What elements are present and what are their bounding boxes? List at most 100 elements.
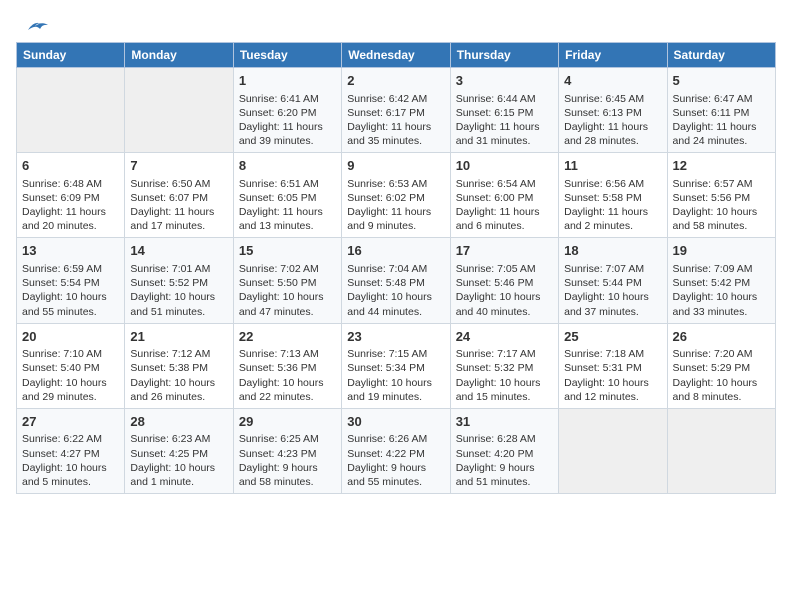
col-header-wednesday: Wednesday [342,43,450,68]
day-info: Sunrise: 6:45 AM Sunset: 6:13 PM Dayligh… [564,92,661,149]
calendar-cell: 21Sunrise: 7:12 AM Sunset: 5:38 PM Dayli… [125,323,233,408]
calendar-cell: 11 Sunrise: 6:56 AM Sunset: 5:58 PM Dayli… [559,153,667,238]
calendar-cell: 15 Sunrise: 7:02 AM Sunset: 5:50 PM Dayli… [233,238,341,323]
day-number: 22 [239,328,336,346]
day-number: 19 [673,242,770,260]
col-header-tuesday: Tuesday [233,43,341,68]
calendar-cell [125,68,233,153]
calendar-cell: 23Sunrise: 7:15 AM Sunset: 5:34 PM Dayli… [342,323,450,408]
day-number: 13 [22,242,119,260]
day-number: 2 [347,72,444,90]
day-number: 3 [456,72,553,90]
day-number: 30 [347,413,444,431]
day-number: 28 [130,413,227,431]
day-number: 21 [130,328,227,346]
day-info: Sunrise: 7:20 AM Sunset: 5:29 PM Dayligh… [673,347,770,404]
day-number: 18 [564,242,661,260]
calendar-cell [667,408,775,493]
calendar-cell: 28Sunrise: 6:23 AM Sunset: 4:25 PM Dayli… [125,408,233,493]
day-number: 25 [564,328,661,346]
day-info: Sunrise: 7:13 AM Sunset: 5:36 PM Dayligh… [239,347,336,404]
calendar-cell: 25Sunrise: 7:18 AM Sunset: 5:31 PM Dayli… [559,323,667,408]
day-info: Sunrise: 7:15 AM Sunset: 5:34 PM Dayligh… [347,347,444,404]
day-info: Sunrise: 6:47 AM Sunset: 6:11 PM Dayligh… [673,92,770,149]
day-info: Sunrise: 7:07 AM Sunset: 5:44 PM Dayligh… [564,262,661,319]
calendar-cell: 19 Sunrise: 7:09 AM Sunset: 5:42 PM Dayli… [667,238,775,323]
day-info: Sunrise: 6:50 AM Sunset: 6:07 PM Dayligh… [130,177,227,234]
day-number: 12 [673,157,770,175]
day-number: 14 [130,242,227,260]
logo-bird-icon [20,16,50,38]
day-info: Sunrise: 7:01 AM Sunset: 5:52 PM Dayligh… [130,262,227,319]
day-number: 15 [239,242,336,260]
day-info: Sunrise: 7:18 AM Sunset: 5:31 PM Dayligh… [564,347,661,404]
calendar-cell: 26Sunrise: 7:20 AM Sunset: 5:29 PM Dayli… [667,323,775,408]
day-info: Sunrise: 7:04 AM Sunset: 5:48 PM Dayligh… [347,262,444,319]
day-info: Sunrise: 7:09 AM Sunset: 5:42 PM Dayligh… [673,262,770,319]
day-info: Sunrise: 6:22 AM Sunset: 4:27 PM Dayligh… [22,432,119,489]
day-number: 8 [239,157,336,175]
col-header-friday: Friday [559,43,667,68]
day-number: 10 [456,157,553,175]
day-number: 6 [22,157,119,175]
day-info: Sunrise: 6:44 AM Sunset: 6:15 PM Dayligh… [456,92,553,149]
day-info: Sunrise: 7:02 AM Sunset: 5:50 PM Dayligh… [239,262,336,319]
day-number: 24 [456,328,553,346]
calendar-cell: 31Sunrise: 6:28 AM Sunset: 4:20 PM Dayli… [450,408,558,493]
day-number: 29 [239,413,336,431]
day-info: Sunrise: 6:53 AM Sunset: 6:02 PM Dayligh… [347,177,444,234]
calendar-cell: 27Sunrise: 6:22 AM Sunset: 4:27 PM Dayli… [17,408,125,493]
day-info: Sunrise: 6:25 AM Sunset: 4:23 PM Dayligh… [239,432,336,489]
day-info: Sunrise: 6:59 AM Sunset: 5:54 PM Dayligh… [22,262,119,319]
day-number: 31 [456,413,553,431]
calendar-cell: 1 Sunrise: 6:41 AM Sunset: 6:20 PM Daylig… [233,68,341,153]
col-header-monday: Monday [125,43,233,68]
day-info: Sunrise: 7:17 AM Sunset: 5:32 PM Dayligh… [456,347,553,404]
calendar-cell [559,408,667,493]
calendar-cell: 17 Sunrise: 7:05 AM Sunset: 5:46 PM Dayli… [450,238,558,323]
calendar-cell: 5 Sunrise: 6:47 AM Sunset: 6:11 PM Daylig… [667,68,775,153]
calendar-cell: 3 Sunrise: 6:44 AM Sunset: 6:15 PM Daylig… [450,68,558,153]
day-info: Sunrise: 6:23 AM Sunset: 4:25 PM Dayligh… [130,432,227,489]
calendar-cell: 13 Sunrise: 6:59 AM Sunset: 5:54 PM Dayli… [17,238,125,323]
day-number: 23 [347,328,444,346]
calendar-cell: 9 Sunrise: 6:53 AM Sunset: 6:02 PM Daylig… [342,153,450,238]
calendar-cell: 7Sunrise: 6:50 AM Sunset: 6:07 PM Daylig… [125,153,233,238]
day-number: 1 [239,72,336,90]
day-info: Sunrise: 6:48 AM Sunset: 6:09 PM Dayligh… [22,177,119,234]
calendar-cell: 14 Sunrise: 7:01 AM Sunset: 5:52 PM Dayli… [125,238,233,323]
calendar-cell: 22Sunrise: 7:13 AM Sunset: 5:36 PM Dayli… [233,323,341,408]
day-info: Sunrise: 6:41 AM Sunset: 6:20 PM Dayligh… [239,92,336,149]
page-header [16,16,776,34]
day-number: 26 [673,328,770,346]
col-header-thursday: Thursday [450,43,558,68]
calendar-cell: 16 Sunrise: 7:04 AM Sunset: 5:48 PM Dayli… [342,238,450,323]
day-number: 17 [456,242,553,260]
day-info: Sunrise: 6:51 AM Sunset: 6:05 PM Dayligh… [239,177,336,234]
day-info: Sunrise: 6:57 AM Sunset: 5:56 PM Dayligh… [673,177,770,234]
calendar-cell: 24Sunrise: 7:17 AM Sunset: 5:32 PM Dayli… [450,323,558,408]
calendar-cell: 10Sunrise: 6:54 AM Sunset: 6:00 PM Dayli… [450,153,558,238]
calendar-cell: 20Sunrise: 7:10 AM Sunset: 5:40 PM Dayli… [17,323,125,408]
calendar-cell: 18 Sunrise: 7:07 AM Sunset: 5:44 PM Dayli… [559,238,667,323]
day-number: 9 [347,157,444,175]
calendar-table: SundayMondayTuesdayWednesdayThursdayFrid… [16,42,776,494]
calendar-cell: 30Sunrise: 6:26 AM Sunset: 4:22 PM Dayli… [342,408,450,493]
day-number: 27 [22,413,119,431]
day-info: Sunrise: 6:56 AM Sunset: 5:58 PM Dayligh… [564,177,661,234]
day-number: 16 [347,242,444,260]
col-header-saturday: Saturday [667,43,775,68]
day-info: Sunrise: 6:28 AM Sunset: 4:20 PM Dayligh… [456,432,553,489]
calendar-cell: 12 Sunrise: 6:57 AM Sunset: 5:56 PM Dayli… [667,153,775,238]
calendar-cell [17,68,125,153]
calendar-cell: 29Sunrise: 6:25 AM Sunset: 4:23 PM Dayli… [233,408,341,493]
day-info: Sunrise: 7:12 AM Sunset: 5:38 PM Dayligh… [130,347,227,404]
calendar-cell: 2 Sunrise: 6:42 AM Sunset: 6:17 PM Daylig… [342,68,450,153]
day-number: 20 [22,328,119,346]
calendar-cell: 6 Sunrise: 6:48 AM Sunset: 6:09 PM Daylig… [17,153,125,238]
day-info: Sunrise: 7:05 AM Sunset: 5:46 PM Dayligh… [456,262,553,319]
day-number: 11 [564,157,661,175]
calendar-cell: 4Sunrise: 6:45 AM Sunset: 6:13 PM Daylig… [559,68,667,153]
day-number: 5 [673,72,770,90]
day-info: Sunrise: 6:42 AM Sunset: 6:17 PM Dayligh… [347,92,444,149]
